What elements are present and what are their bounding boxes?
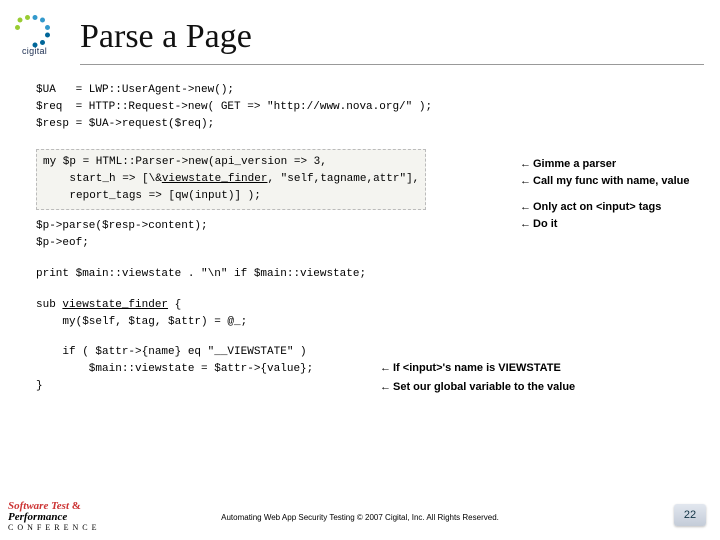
- title-underline: [80, 64, 704, 65]
- code-sub-close: }: [36, 378, 710, 395]
- code-parser-l1: my $p = HTML::Parser->new(api_version =>…: [43, 154, 419, 171]
- annotation-set-global: ←Set our global variable to the value: [380, 381, 575, 393]
- code-setup: $UA = LWP::UserAgent->new(); $req = HTTP…: [36, 82, 710, 133]
- cigital-logo: cigital: [10, 10, 60, 60]
- page-number: 22: [674, 504, 706, 526]
- arrow-left-icon: ←: [520, 218, 533, 230]
- arrow-left-icon: ←: [380, 362, 393, 374]
- code-sub-assign: $main::viewstate = $attr->{value};: [36, 361, 710, 378]
- arrow-left-icon: ←: [520, 158, 533, 170]
- arrow-left-icon: ←: [380, 381, 393, 393]
- code-sub-if: if ( $attr->{name} eq "__VIEWSTATE" ): [36, 344, 710, 361]
- code-parser-l3: report_tags => [qw(input)] );: [43, 188, 419, 205]
- slide-title: Parse a Page: [80, 18, 252, 56]
- code-sub-open: sub viewstate_finder {: [36, 297, 710, 314]
- code-sub-my: my($self, $tag, $attr) = @_;: [36, 314, 710, 331]
- logo-caption: cigital: [22, 46, 47, 56]
- slide-footer: Software Test & Performance CONFERENCE A…: [0, 486, 720, 534]
- code-parser-l4: $p->parse($resp->content); $p->eof;: [36, 218, 710, 252]
- copyright-text: Automating Web App Security Testing © 20…: [0, 513, 720, 522]
- annotation-call-func: ←Call my func with name, value: [520, 175, 690, 187]
- code-parser-block: my $p = HTML::Parser->new(api_version =>…: [36, 149, 426, 210]
- annotation-do-it: ←Do it: [520, 218, 557, 230]
- code-area: $UA = LWP::UserAgent->new(); $req = HTTP…: [36, 82, 710, 395]
- annotation-if-viewstate: ←If <input>'s name is VIEWSTATE: [380, 362, 561, 374]
- code-print: print $main::viewstate . "\n" if $main::…: [36, 266, 710, 283]
- annotation-input-tags: ←Only act on <input> tags: [520, 201, 661, 213]
- viewstate-finder-def: viewstate_finder: [62, 299, 168, 311]
- arrow-left-icon: ←: [520, 175, 533, 187]
- viewstate-finder-ref: viewstate_finder: [162, 173, 268, 185]
- arrow-left-icon: ←: [520, 201, 533, 213]
- code-parser-l2: start_h => [\&viewstate_finder, "self,ta…: [43, 171, 419, 188]
- annotation-gimme-parser: ←Gimme a parser: [520, 158, 616, 170]
